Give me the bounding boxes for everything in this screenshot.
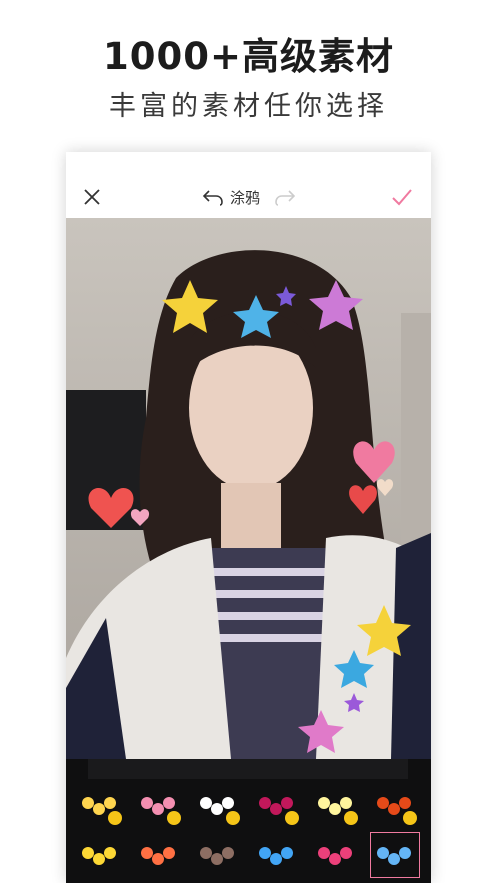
- premium-crown-icon: [108, 811, 122, 825]
- close-icon[interactable]: [82, 187, 102, 207]
- premium-crown-icon: [167, 811, 181, 825]
- rainbow-rings-icon[interactable]: [253, 833, 301, 877]
- macaron-icon[interactable]: [135, 783, 183, 827]
- premium-crown-icon: [403, 811, 417, 825]
- checkmark-icon[interactable]: [391, 187, 413, 207]
- flower-icon[interactable]: [312, 783, 360, 827]
- promo-subline: 丰富的素材任你选择: [109, 91, 388, 122]
- photo-illustration: [66, 218, 431, 759]
- undo-icon[interactable]: [202, 188, 224, 206]
- purple-hearts-icon[interactable]: [253, 783, 301, 827]
- chick-icon[interactable]: [76, 833, 124, 877]
- promo-headline: 1000+高级素材: [103, 35, 394, 78]
- mushroom-icon[interactable]: [371, 783, 419, 827]
- sticker-tray: [66, 759, 431, 883]
- fruit-icon[interactable]: [135, 833, 183, 877]
- phone-frame: 涂鸦: [66, 152, 431, 883]
- premium-crown-icon: [344, 811, 358, 825]
- premium-crown-icon: [226, 811, 240, 825]
- premium-crown-icon: [285, 811, 299, 825]
- easter-egg-icon[interactable]: [194, 833, 242, 877]
- sparkle-stars-icon[interactable]: [76, 783, 124, 827]
- tool-title: 涂鸦: [230, 189, 261, 207]
- colorful-stars-icon[interactable]: [370, 832, 420, 878]
- cute-faces-icon[interactable]: [194, 783, 242, 827]
- photo-canvas[interactable]: [66, 218, 431, 759]
- tray-scroll-strip: [88, 759, 408, 779]
- pink-hearts-icon[interactable]: [312, 833, 360, 877]
- redo-icon[interactable]: [274, 188, 296, 206]
- editor-toolbar: 涂鸦: [66, 152, 431, 218]
